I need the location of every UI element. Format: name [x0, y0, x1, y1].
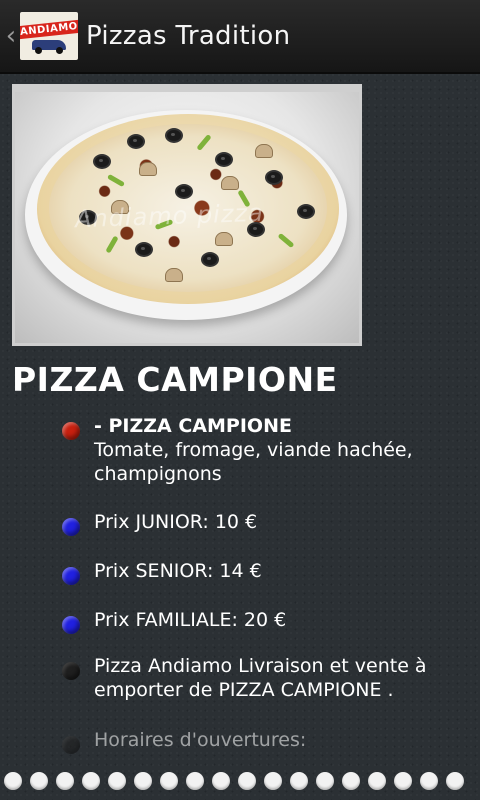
- page-dot[interactable]: [160, 772, 178, 790]
- back-button[interactable]: ‹: [2, 0, 20, 72]
- car-icon: [32, 39, 66, 54]
- page-dot[interactable]: [368, 772, 386, 790]
- list-item-description: - PIZZA CAMPIONE Tomate, fromage, viande…: [62, 414, 472, 486]
- bullet-icon: [62, 662, 80, 680]
- page-dot[interactable]: [420, 772, 438, 790]
- title-bar: ‹ ANDIAMO Pizzas Tradition: [0, 0, 480, 74]
- price-senior: Prix SENIOR: 14 €: [94, 560, 262, 582]
- bullet-icon: [62, 422, 80, 440]
- product-name: PIZZA CAMPIONE: [12, 360, 338, 399]
- page-dot[interactable]: [134, 772, 152, 790]
- list-item-delivery: Pizza Andiamo Livraison et vente à empor…: [62, 654, 472, 702]
- bullet-icon: [62, 616, 80, 634]
- page-dot[interactable]: [290, 772, 308, 790]
- page-dot[interactable]: [212, 772, 230, 790]
- page-dot[interactable]: [82, 772, 100, 790]
- page-dot[interactable]: [238, 772, 256, 790]
- hours-text: Horaires d'ouvertures:: [94, 729, 307, 751]
- price-junior: Prix JUNIOR: 10 €: [94, 511, 258, 533]
- page-dot[interactable]: [394, 772, 412, 790]
- page-dot[interactable]: [342, 772, 360, 790]
- list-item-price-junior: Prix JUNIOR: 10 €: [62, 510, 472, 536]
- logo-brand-text: ANDIAMO: [20, 19, 78, 39]
- page-dot[interactable]: [264, 772, 282, 790]
- app-logo[interactable]: ANDIAMO: [20, 12, 78, 60]
- pizza-photo: Andiamo pizza: [12, 84, 362, 346]
- item-bold-label: - PIZZA CAMPIONE: [94, 415, 292, 437]
- bullet-icon: [62, 736, 80, 754]
- list-item-hours: Horaires d'ouvertures:: [62, 728, 472, 754]
- page-dot[interactable]: [4, 772, 22, 790]
- chevron-left-icon: ‹: [5, 21, 17, 51]
- list-item-price-familiale: Prix FAMILIALE: 20 €: [62, 608, 472, 634]
- item-description: Tomate, fromage, viande hachée, champign…: [94, 439, 413, 485]
- bullet-icon: [62, 518, 80, 536]
- page-dot[interactable]: [30, 772, 48, 790]
- page-indicator: [0, 770, 480, 792]
- page-dot[interactable]: [316, 772, 334, 790]
- page-dot[interactable]: [186, 772, 204, 790]
- page-dot[interactable]: [108, 772, 126, 790]
- page-title: Pizzas Tradition: [86, 21, 291, 51]
- list-item-price-senior: Prix SENIOR: 14 €: [62, 559, 472, 585]
- bullet-icon: [62, 567, 80, 585]
- price-familiale: Prix FAMILIALE: 20 €: [94, 609, 287, 631]
- delivery-text: Pizza Andiamo Livraison et vente à empor…: [94, 655, 427, 701]
- page-dot[interactable]: [446, 772, 464, 790]
- page-dot[interactable]: [56, 772, 74, 790]
